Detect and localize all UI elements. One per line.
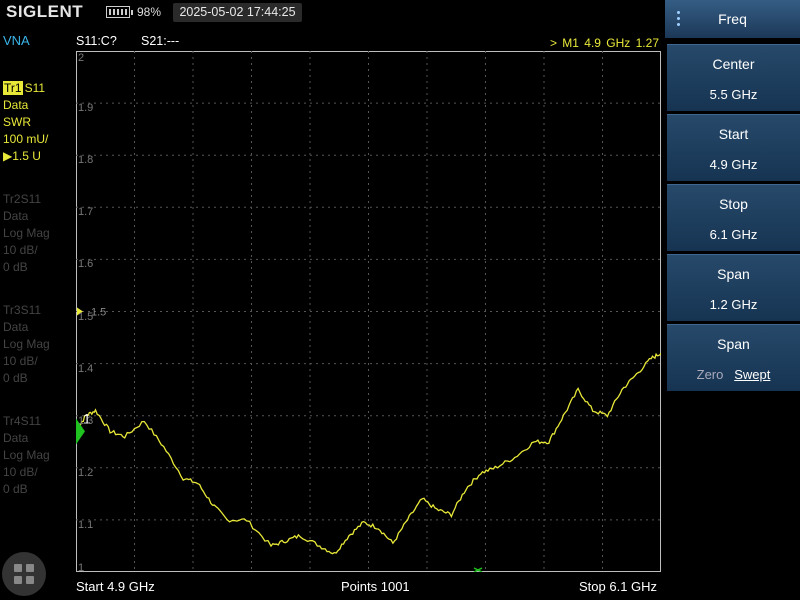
trace-4-info[interactable]: Tr4S11 Data Log Mag 10 dB/ 0 dB: [3, 413, 50, 498]
span-button[interactable]: Span 1.2 GHz: [667, 254, 800, 321]
y-tick-label: 1.1: [78, 518, 94, 531]
button-options: Zero Swept: [667, 367, 800, 382]
trace-param: S11: [20, 414, 42, 428]
center-button[interactable]: Center 5.5 GHz: [667, 44, 800, 111]
trace-ref: ▶1.5 U: [3, 149, 41, 163]
freq-menu: Freq Center 5.5 GHz Start 4.9 GHz Stop 6…: [665, 0, 800, 600]
button-value: 1.2 GHz: [709, 297, 758, 312]
y-tick-label: 1.7: [78, 206, 94, 219]
trace-ref: 0 dB: [3, 371, 28, 385]
s21-status: S21:---: [141, 34, 180, 48]
swept-span-option[interactable]: Swept: [734, 367, 770, 382]
trace-2-info[interactable]: Tr2S11 Data Log Mag 10 dB/ 0 dB: [3, 191, 50, 276]
brand-logo: SIGLENT: [6, 2, 84, 21]
trace-plot[interactable]: 1 1.5: [76, 51, 661, 572]
datetime-display[interactable]: 2025-05-02 17:44:25: [173, 3, 302, 22]
trace-tag: Tr1: [3, 81, 23, 95]
trace-scale: 10 dB/: [3, 465, 38, 479]
button-label: Span: [717, 336, 750, 352]
trace-param: S11: [24, 81, 46, 95]
battery-icon: [106, 6, 133, 18]
trace-tag: Tr4: [3, 414, 21, 428]
y-tick-label: 1: [78, 562, 85, 574]
menu-title: Freq: [718, 11, 747, 27]
trace-state: Data: [3, 320, 29, 334]
trace-format: Log Mag: [3, 226, 50, 240]
start-button[interactable]: Start 4.9 GHz: [667, 114, 800, 181]
trace-format: Log Mag: [3, 448, 50, 462]
status-bar: SIGLENT 98% 2025-05-02 17:44:25: [0, 0, 665, 26]
trace-param: S11: [20, 192, 42, 206]
mode-label[interactable]: VNA: [3, 33, 30, 48]
trace-format: Log Mag: [3, 337, 50, 351]
button-label: Center: [712, 56, 755, 72]
button-value: 5.5 GHz: [709, 87, 758, 102]
y-tick-label: 1.2: [78, 466, 94, 479]
trace-1-info[interactable]: Tr1 S11 Data SWR 100 mU/ ▶1.5 U: [3, 80, 48, 165]
trace-ref: 0 dB: [3, 482, 28, 496]
trace-tag: Tr2: [3, 192, 21, 206]
y-tick-label: 2: [78, 52, 85, 64]
trace-state: Data: [3, 431, 29, 445]
trace-param: S11: [20, 303, 42, 317]
battery-percent: 98%: [137, 5, 162, 19]
y-tick-label: 1.4: [78, 362, 94, 375]
menu-title-bar[interactable]: Freq: [665, 0, 800, 38]
y-tick-label: 1.5: [78, 310, 94, 323]
zero-span-option[interactable]: Zero: [697, 367, 724, 382]
button-label: Stop: [719, 196, 748, 212]
button-label: Start: [718, 126, 749, 142]
sweep-points: Points 1001: [341, 579, 410, 594]
apps-grid-icon[interactable]: [2, 552, 46, 596]
trace-scale: 100 mU/: [3, 132, 49, 146]
marker-readout[interactable]: > M1 4.9 GHz 1.27: [550, 36, 659, 50]
y-tick-label: 1.3: [78, 414, 94, 427]
s11-status: S11:C?: [76, 34, 117, 48]
button-value: 4.9 GHz: [709, 157, 758, 172]
y-tick-label: 1.8: [78, 154, 94, 167]
trace-3-info[interactable]: Tr3S11 Data Log Mag 10 dB/ 0 dB: [3, 302, 50, 387]
stop-frequency: Stop 6.1 GHz: [579, 579, 658, 594]
trace-state: Data: [3, 209, 29, 223]
button-label: Span: [717, 266, 750, 282]
trace-state: Data: [3, 98, 29, 112]
trace-tag: Tr3: [3, 303, 21, 317]
button-value: 6.1 GHz: [709, 227, 758, 242]
plot-grid: [76, 51, 661, 572]
y-tick-label: 1.6: [78, 258, 94, 271]
trace-scale: 10 dB/: [3, 243, 38, 257]
span-mode-toggle[interactable]: Span Zero Swept: [667, 324, 800, 391]
trace-ref: 0 dB: [3, 260, 28, 274]
trace-scale: 10 dB/: [3, 354, 38, 368]
trace-format: SWR: [3, 115, 31, 129]
start-frequency: Start 4.9 GHz: [76, 579, 155, 594]
y-tick-label: 1.9: [78, 102, 94, 115]
stop-button[interactable]: Stop 6.1 GHz: [667, 184, 800, 251]
